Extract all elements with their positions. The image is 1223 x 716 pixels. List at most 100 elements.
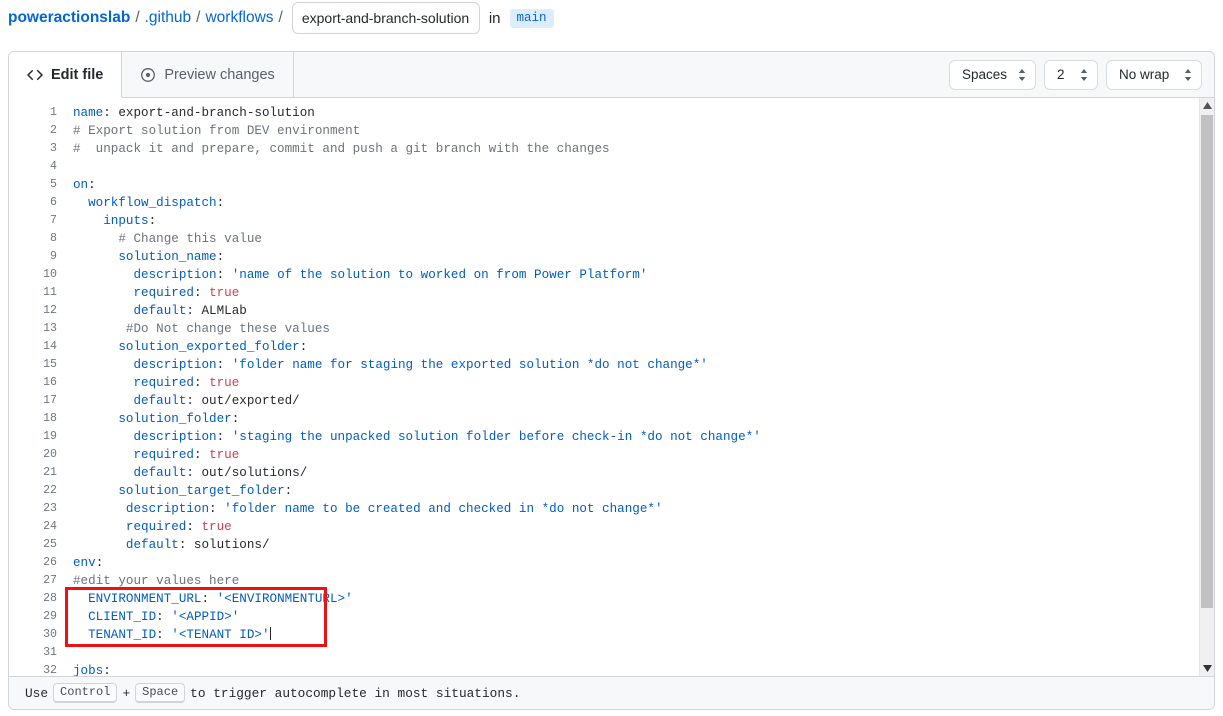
code-text[interactable]: solution_name:	[57, 248, 224, 266]
line-number: 31	[9, 644, 57, 662]
code-line[interactable]: 29 CLIENT_ID: '<APPID>'	[9, 608, 761, 626]
code-text[interactable]: required: true	[57, 446, 239, 464]
code-text[interactable]: required: true	[57, 374, 239, 392]
indent-size-select[interactable]: 2	[1044, 60, 1098, 90]
code-line[interactable]: 21 default: out/solutions/	[9, 464, 761, 482]
code-line[interactable]: 16 required: true	[9, 374, 761, 392]
code-token: 'name of the solution to worked on from …	[232, 268, 648, 282]
code-line[interactable]: 12 default: ALMLab	[9, 302, 761, 320]
code-text[interactable]: ENVIRONMENT_URL: '<ENVIRONMENTURL>'	[57, 590, 353, 608]
vertical-scrollbar[interactable]	[1199, 98, 1214, 676]
code-token: true	[209, 376, 239, 390]
code-line[interactable]: 27#edit your values here	[9, 572, 761, 590]
code-line[interactable]: 14 solution_exported_folder:	[9, 338, 761, 356]
code-line[interactable]: 32jobs:	[9, 662, 761, 676]
code-text[interactable]: solution_exported_folder:	[57, 338, 307, 356]
code-line[interactable]: 31	[9, 644, 761, 662]
scroll-up-arrow-icon[interactable]	[1200, 98, 1214, 113]
scroll-down-arrow-icon[interactable]	[1200, 661, 1214, 676]
code-text[interactable]: #Do Not change these values	[57, 320, 330, 338]
code-line[interactable]: 30 TENANT_ID: '<TENANT ID>'	[9, 626, 761, 644]
code-text[interactable]: name: export-and-branch-solution	[57, 104, 315, 122]
code-line[interactable]: 8 # Change this value	[9, 230, 761, 248]
code-token	[73, 340, 118, 354]
code-line[interactable]: 11 required: true	[9, 284, 761, 302]
code-text[interactable]: description: 'folder name to be created …	[57, 500, 663, 518]
code-line[interactable]: 26env:	[9, 554, 761, 572]
code-scroll-region[interactable]: 1name: export-and-branch-solution2# Expo…	[9, 98, 1214, 676]
code-token	[73, 520, 126, 534]
editor-frame: Edit file Preview changes Spaces	[8, 51, 1215, 710]
tab-edit-file[interactable]: Edit file	[9, 52, 122, 98]
code-text[interactable]: jobs:	[57, 662, 111, 676]
code-line[interactable]: 23 description: 'folder name to be creat…	[9, 500, 761, 518]
line-number: 9	[9, 248, 57, 266]
code-text[interactable]: CLIENT_ID: '<APPID>'	[57, 608, 239, 626]
code-line[interactable]: 24 required: true	[9, 518, 761, 536]
code-token: :	[202, 592, 217, 606]
line-number: 19	[9, 428, 57, 446]
code-token	[73, 448, 133, 462]
code-line[interactable]: 25 default: solutions/	[9, 536, 761, 554]
code-text[interactable]: default: out/solutions/	[57, 464, 307, 482]
code-token: # Change this value	[118, 232, 262, 246]
code-token: #edit your values here	[73, 574, 239, 588]
wrap-mode-select[interactable]: No wrap	[1106, 60, 1202, 90]
tab-preview-changes-label: Preview changes	[164, 67, 274, 83]
code-line[interactable]: 15 description: 'folder name for staging…	[9, 356, 761, 374]
code-text[interactable]: default: solutions/	[57, 536, 270, 554]
code-text[interactable]: description: 'name of the solution to wo…	[57, 266, 647, 284]
code-line[interactable]: 22 solution_target_folder:	[9, 482, 761, 500]
code-line[interactable]: 4	[9, 158, 761, 176]
code-line[interactable]: 1name: export-and-branch-solution	[9, 104, 761, 122]
line-number: 28	[9, 590, 57, 608]
tab-preview-changes[interactable]: Preview changes	[122, 52, 293, 97]
code-text[interactable]: workflow_dispatch:	[57, 194, 224, 212]
code-line[interactable]: 9 solution_name:	[9, 248, 761, 266]
code-token	[73, 412, 118, 426]
code-token: : solutions/	[179, 538, 270, 552]
code-text[interactable]: description: 'staging the unpacked solut…	[57, 428, 761, 446]
code-lines[interactable]: 1name: export-and-branch-solution2# Expo…	[9, 104, 761, 676]
code-line[interactable]: 19 description: 'staging the unpacked so…	[9, 428, 761, 446]
code-line[interactable]: 6 workflow_dispatch:	[9, 194, 761, 212]
code-line[interactable]: 5on:	[9, 176, 761, 194]
code-line[interactable]: 20 required: true	[9, 446, 761, 464]
code-text[interactable]: # Export solution from DEV environment	[57, 122, 360, 140]
code-line[interactable]: 7 inputs:	[9, 212, 761, 230]
code-editor[interactable]: 1name: export-and-branch-solution2# Expo…	[9, 98, 1214, 676]
code-line[interactable]: 2# Export solution from DEV environment	[9, 122, 761, 140]
breadcrumb-dir-github-link[interactable]: .github	[145, 9, 192, 27]
code-text[interactable]: solution_folder:	[57, 410, 239, 428]
code-text[interactable]: inputs:	[57, 212, 156, 230]
code-text[interactable]: required: true	[57, 518, 232, 536]
code-text[interactable]: TENANT_ID: '<TENANT ID>'	[57, 626, 271, 644]
breadcrumb-owner-link[interactable]: poweractionslab	[8, 9, 130, 27]
code-text[interactable]: env:	[57, 554, 103, 572]
code-line[interactable]: 28 ENVIRONMENT_URL: '<ENVIRONMENTURL>'	[9, 590, 761, 608]
breadcrumb-dir-workflows-link[interactable]: workflows	[205, 9, 273, 27]
code-text[interactable]: default: out/exported/	[57, 392, 300, 410]
code-text[interactable]: on:	[57, 176, 96, 194]
editor-footer-hint: Use Control + Space to trigger autocompl…	[9, 676, 1214, 709]
scrollbar-thumb[interactable]	[1201, 115, 1213, 608]
code-token	[73, 376, 133, 390]
code-token: solution_name	[118, 250, 216, 264]
code-text[interactable]: default: ALMLab	[57, 302, 247, 320]
code-line[interactable]: 17 default: out/exported/	[9, 392, 761, 410]
code-text[interactable]: # Change this value	[57, 230, 262, 248]
code-text[interactable]: solution_target_folder:	[57, 482, 292, 500]
code-line[interactable]: 18 solution_folder:	[9, 410, 761, 428]
line-number: 26	[9, 554, 57, 572]
code-text[interactable]: description: 'folder name for staging th…	[57, 356, 708, 374]
indent-mode-select[interactable]: Spaces	[949, 60, 1036, 90]
code-line[interactable]: 13 #Do Not change these values	[9, 320, 761, 338]
filename-input[interactable]	[292, 2, 480, 34]
code-text[interactable]: required: true	[57, 284, 239, 302]
code-token: :	[186, 520, 201, 534]
code-text[interactable]: # unpack it and prepare, commit and push…	[57, 140, 610, 158]
code-text[interactable]: #edit your values here	[57, 572, 239, 590]
code-line[interactable]: 10 description: 'name of the solution to…	[9, 266, 761, 284]
edit-file-page: poweractionslab / .github / workflows / …	[0, 0, 1223, 716]
code-line[interactable]: 3# unpack it and prepare, commit and pus…	[9, 140, 761, 158]
